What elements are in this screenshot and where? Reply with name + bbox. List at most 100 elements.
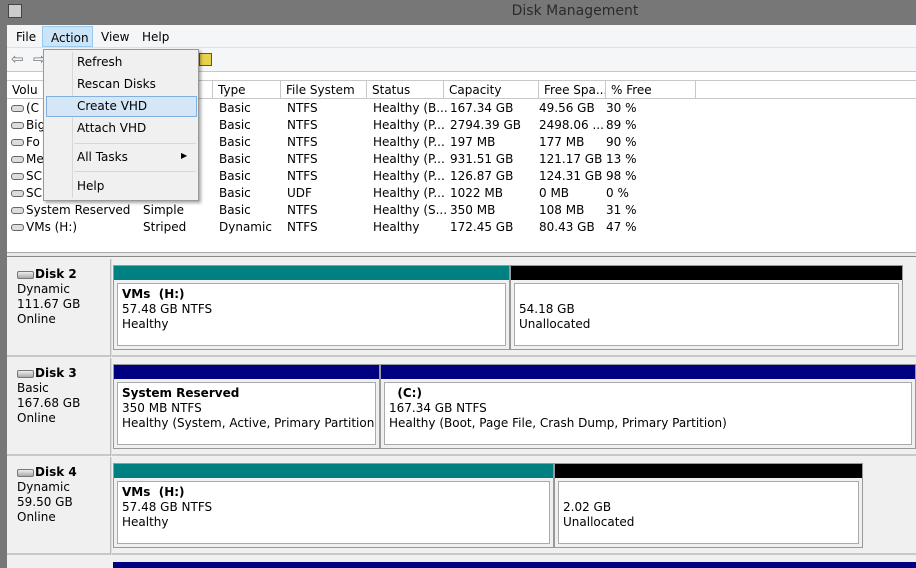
cell-fs: UDF [287, 186, 312, 200]
cell-text: Basic [219, 186, 251, 200]
partition[interactable]: 2.02 GB Unallocated [554, 463, 863, 548]
cell-free: 80.43 GB [539, 220, 595, 234]
cell-layout: Striped [143, 220, 186, 234]
partition-size: 57.48 GB NTFS [122, 302, 213, 316]
cell-text: Basic [219, 101, 251, 115]
cell-text: 2794.39 GB [450, 118, 521, 132]
volume-icon [11, 207, 24, 214]
menu-separator [74, 171, 196, 172]
cell-free: 49.56 GB [539, 101, 595, 115]
cell-text: NTFS [287, 169, 318, 183]
disk-size: 59.50 GB [17, 495, 73, 509]
cell-text: NTFS [287, 118, 318, 132]
cell-text: 80.43 GB [539, 220, 595, 234]
partition[interactable]: VMs (H:) 57.48 GB NTFS Healthy [113, 265, 510, 350]
partition[interactable]: 54.18 GB Unallocated [510, 265, 903, 350]
partition-bar [114, 464, 553, 478]
cell-free: 108 MB [539, 203, 584, 217]
window-title: Disk Management [511, 3, 639, 19]
cell-type: Basic [219, 169, 251, 183]
action-context-menu: Refresh Rescan Disks Create VHD Attach V… [43, 49, 199, 201]
cell-free: 121.17 GB [539, 152, 602, 166]
cell-free: 2498.06 ... [539, 118, 604, 132]
col-capacity[interactable]: Capacity [444, 80, 539, 99]
menu-help[interactable]: Help [142, 30, 169, 44]
cell-type: Basic [219, 118, 251, 132]
menu-view[interactable]: View [101, 30, 129, 44]
partition-status: Unallocated [519, 317, 591, 331]
cell-text: Basic [219, 203, 251, 217]
table-row[interactable]: System Reserved Simple Basic NTFS Healthy (S… [7, 202, 916, 219]
col-free-space[interactable]: Free Spa... [539, 80, 606, 99]
disk-state: Online [17, 312, 56, 326]
menu-item-refresh[interactable]: Refresh [77, 55, 122, 69]
partition[interactable]: (C:) 167.34 GB NTFS Healthy (Boot, Page Fi… [380, 364, 916, 449]
partition[interactable]: VMs (H:) 57.48 GB NTFS Healthy [113, 463, 554, 548]
menu-gutter [72, 52, 73, 198]
menu-item-all-tasks[interactable]: All Tasks [77, 150, 128, 164]
col-status[interactable]: Status [367, 80, 444, 99]
volume-icon [11, 173, 24, 180]
disk-state: Online [17, 411, 56, 425]
cell-text: 89 % [606, 118, 637, 132]
cell-free: 124.31 GB [539, 169, 602, 183]
col-pct-free[interactable]: % Free [606, 80, 696, 99]
properties-icon[interactable] [199, 53, 212, 66]
cell-status: Healthy (P... [373, 169, 445, 183]
cell-text: Healthy (P... [373, 135, 445, 149]
disk-label[interactable]: Disk 4 Dynamic 59.50 GB Online [17, 465, 77, 525]
cell-status: Healthy (P... [373, 186, 445, 200]
partition-status: Unallocated [563, 515, 635, 529]
cell-volume: SC [11, 186, 42, 200]
disk-icon [17, 468, 34, 477]
cell-text: Basic [219, 152, 251, 166]
cell-pct: 13 % [606, 152, 637, 166]
disk-row-partial [7, 557, 916, 568]
cell-capacity: 2794.39 GB [450, 118, 521, 132]
disk-name: Disk 4 [35, 465, 77, 479]
disk-row: Disk 2 Dynamic 111.67 GB Online VMs (H:) 57.4… [7, 259, 916, 357]
partition-bar [113, 562, 916, 568]
partition[interactable]: System Reserved 350 MB NTFS Healthy (Syste… [113, 364, 380, 449]
disk-kind: Dynamic [17, 282, 70, 296]
cell-volume: SC [11, 169, 42, 183]
cell-text: Striped [143, 220, 187, 234]
partition-title: VMs (H:) [122, 485, 185, 499]
divider [110, 457, 112, 555]
cell-fs: NTFS [287, 135, 318, 149]
menu-file[interactable]: File [16, 30, 36, 44]
partition-status: Healthy [122, 515, 169, 529]
menu-item-create-vhd[interactable]: Create VHD [77, 99, 147, 113]
disk-row: Disk 3 Basic 167.68 GB Online System Reserve… [7, 358, 916, 456]
col-filesystem[interactable]: File System [281, 80, 367, 99]
cell-fs: NTFS [287, 118, 318, 132]
cell-text: 13 % [606, 152, 637, 166]
partition-box: VMs (H:) 57.48 GB NTFS Healthy [117, 283, 506, 346]
disk-kind: Basic [17, 381, 49, 395]
menu-item-rescan-disks[interactable]: Rescan Disks [77, 77, 156, 91]
cell-free: 0 MB [539, 186, 569, 200]
cell-text: 90 % [606, 135, 637, 149]
menu-action[interactable]: Action [51, 31, 89, 45]
pane-splitter[interactable] [7, 252, 916, 257]
partition-bar [114, 266, 509, 280]
cell-volume: VMs (H:) [11, 220, 77, 234]
disk-label[interactable]: Disk 2 Dynamic 111.67 GB Online [17, 267, 80, 327]
cell-text: (C [26, 101, 40, 115]
disk-label[interactable]: Disk 3 Basic 167.68 GB Online [17, 366, 80, 426]
cell-pct: 89 % [606, 118, 637, 132]
back-arrow-icon[interactable]: ⇦ [11, 50, 24, 68]
volume-icon [11, 156, 24, 163]
cell-capacity: 350 MB [450, 203, 495, 217]
cell-text: NTFS [287, 135, 318, 149]
menu-item-attach-vhd[interactable]: Attach VHD [77, 121, 146, 135]
cell-capacity: 931.51 GB [450, 152, 513, 166]
table-row[interactable]: VMs (H:) Striped Dynamic NTFS Healthy 172.45 … [7, 219, 916, 236]
cell-text: 1022 MB [450, 186, 503, 200]
col-type[interactable]: Type [213, 80, 281, 99]
partition-box: (C:) 167.34 GB NTFS Healthy (Boot, Page Fi… [384, 382, 912, 445]
partition-bar [511, 266, 902, 280]
menu-item-help[interactable]: Help [77, 179, 104, 193]
volume-icon [11, 139, 24, 146]
cell-status: Healthy (S... [373, 203, 447, 217]
